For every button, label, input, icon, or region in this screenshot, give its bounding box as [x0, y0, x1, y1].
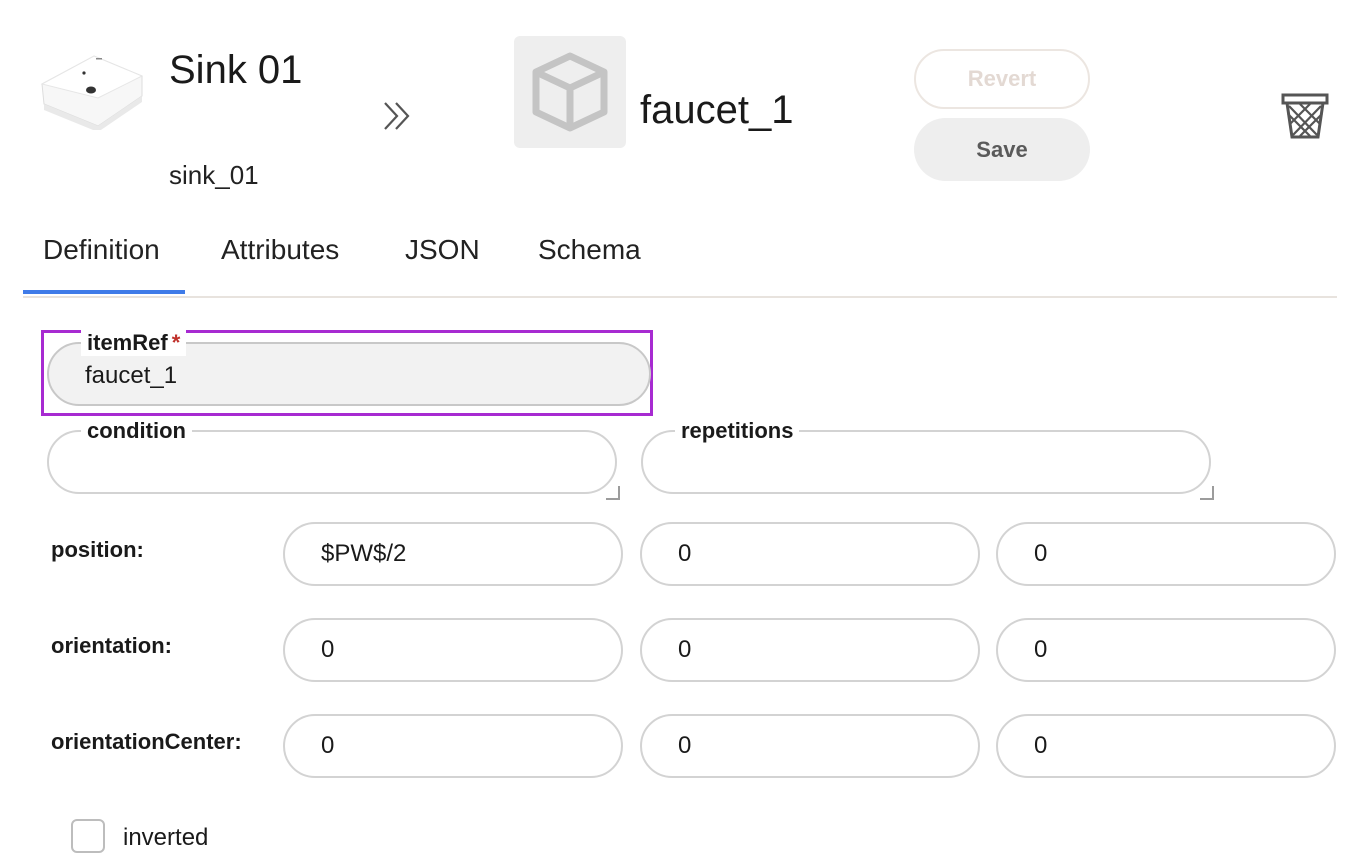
itemref-field[interactable]: itemRef * faucet_1 — [47, 330, 651, 406]
itemref-value: faucet_1 — [85, 362, 178, 389]
cube-icon — [532, 52, 608, 132]
inverted-checkbox[interactable] — [71, 819, 105, 853]
child-item-name: faucet_1 — [640, 88, 794, 132]
orientation-label: orientation: — [51, 633, 172, 658]
orientation-x-input[interactable]: 0 — [283, 618, 623, 682]
active-tab-indicator — [23, 290, 185, 294]
position-label: position: — [51, 537, 144, 562]
inverted-label: inverted — [123, 824, 209, 851]
tab-schema[interactable]: Schema — [538, 234, 641, 266]
position-x-input[interactable]: $PW$/2 — [283, 522, 623, 586]
tab-json[interactable]: JSON — [405, 234, 480, 266]
sink-thumbnail — [38, 46, 146, 132]
condition-field[interactable]: condition — [47, 418, 617, 494]
resize-handle-icon[interactable] — [1200, 486, 1214, 500]
repetitions-field[interactable]: repetitions — [641, 418, 1211, 494]
save-button[interactable]: Save — [914, 118, 1090, 181]
itemref-label: itemRef * — [81, 330, 187, 356]
orientation-center-label: orientationCenter: — [51, 729, 242, 754]
condition-label: condition — [81, 418, 192, 444]
trash-icon[interactable] — [1280, 92, 1330, 140]
resize-handle-icon[interactable] — [606, 486, 620, 500]
required-mark: * — [171, 330, 181, 355]
position-z-input[interactable]: 0 — [996, 522, 1336, 586]
revert-button[interactable]: Revert — [914, 49, 1090, 109]
parent-item-id: sink_01 — [169, 160, 259, 190]
orientation-center-x-input[interactable]: 0 — [283, 714, 623, 778]
child-item-thumbnail — [514, 36, 626, 148]
repetitions-label: repetitions — [675, 418, 800, 444]
tab-bar: Definition Attributes JSON Schema — [23, 220, 1337, 298]
orientation-y-input[interactable]: 0 — [640, 618, 980, 682]
chevrons-right-icon — [380, 96, 420, 136]
parent-item-name: Sink 01 — [169, 48, 303, 92]
orientation-z-input[interactable]: 0 — [996, 618, 1336, 682]
tab-definition[interactable]: Definition — [43, 234, 160, 266]
orientation-center-z-input[interactable]: 0 — [996, 714, 1336, 778]
orientation-center-y-input[interactable]: 0 — [640, 714, 980, 778]
tab-attributes[interactable]: Attributes — [221, 234, 339, 266]
position-y-input[interactable]: 0 — [640, 522, 980, 586]
